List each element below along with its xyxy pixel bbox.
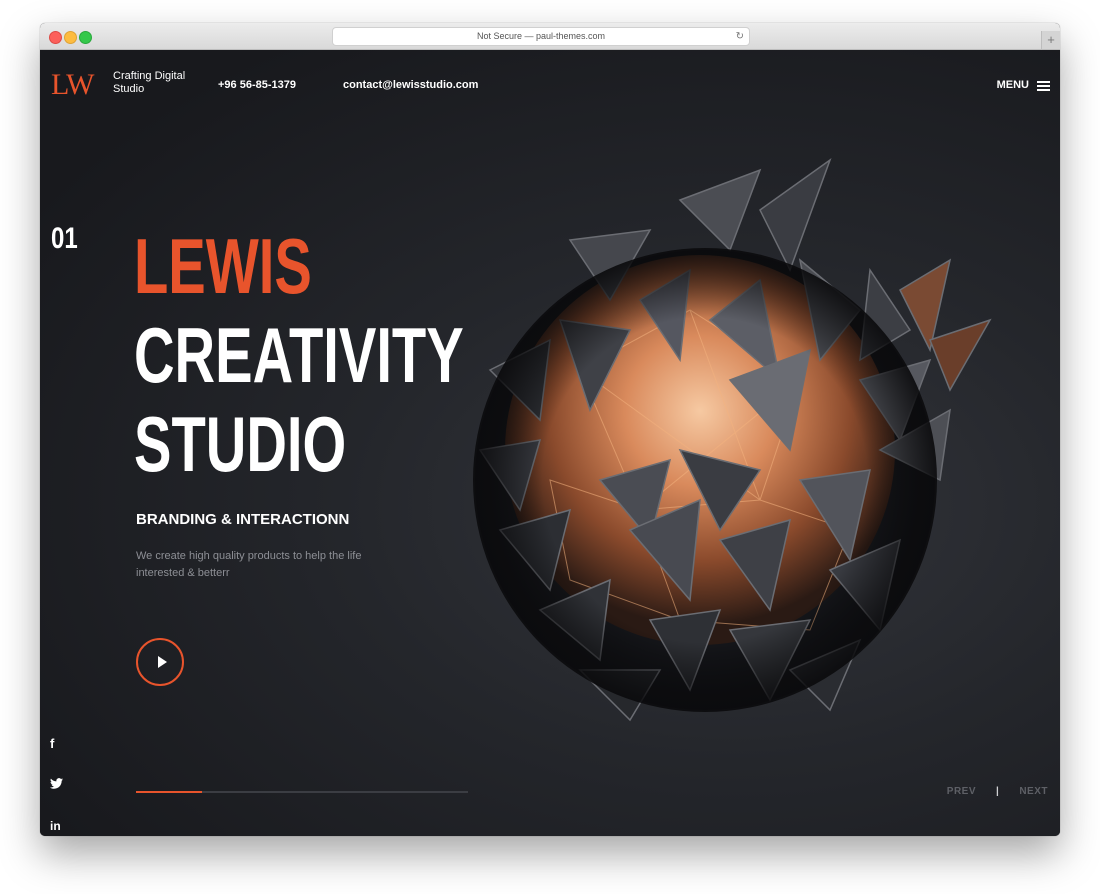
slide-progress-track <box>136 791 468 793</box>
hero-title-line3: STUDIO <box>134 400 347 488</box>
address-bar[interactable]: Not Secure — paul-themes.com ↻ <box>332 27 750 46</box>
hero-title-line1: LEWIS <box>134 222 312 310</box>
faceted-sphere-illustration <box>473 157 992 722</box>
facebook-icon[interactable]: f <box>50 736 54 751</box>
close-window-button[interactable] <box>49 31 62 44</box>
menu-label: MENU <box>996 79 1029 91</box>
play-icon <box>158 656 167 668</box>
hamburger-icon <box>1037 80 1050 91</box>
menu-button[interactable]: MENU <box>997 79 1050 91</box>
browser-window: Not Secure — paul-themes.com ↻ + LW Craf… <box>40 23 1060 836</box>
slide-number: 01 <box>51 222 78 255</box>
hero-title: LEWIS CREATIVITY STUDIO <box>134 222 464 489</box>
hero-subtitle: BRANDING & INTERACTIONN <box>136 511 350 528</box>
hero-description: We create high quality products to help … <box>136 550 362 579</box>
prev-button[interactable]: PREV <box>947 786 976 797</box>
logo[interactable]: LW <box>51 68 94 102</box>
hero-title-line2: CREATIVITY <box>134 311 464 399</box>
maximize-window-button[interactable] <box>79 31 92 44</box>
pager-separator: | <box>996 786 1000 797</box>
slider-pager: PREV | NEXT <box>947 786 1048 797</box>
address-bar-text: Not Secure — paul-themes.com <box>476 31 606 41</box>
twitter-icon[interactable] <box>50 778 63 792</box>
linkedin-icon[interactable]: in <box>50 819 61 833</box>
reload-icon[interactable]: ↻ <box>736 28 744 45</box>
next-button[interactable]: NEXT <box>1019 786 1048 797</box>
minimize-window-button[interactable] <box>64 31 77 44</box>
logo-tagline: Crafting Digital Studio <box>113 70 186 95</box>
browser-titlebar: Not Secure — paul-themes.com ↻ + <box>40 23 1060 50</box>
phone-link[interactable]: +96 56-85-1379 <box>218 79 296 91</box>
play-video-button[interactable] <box>136 638 184 686</box>
page: LW Crafting Digital Studio +96 56-85-137… <box>40 50 1060 836</box>
slide-progress-fill <box>136 791 203 793</box>
new-tab-button[interactable]: + <box>1041 31 1060 49</box>
email-link[interactable]: contact@lewisstudio.com <box>343 79 478 91</box>
